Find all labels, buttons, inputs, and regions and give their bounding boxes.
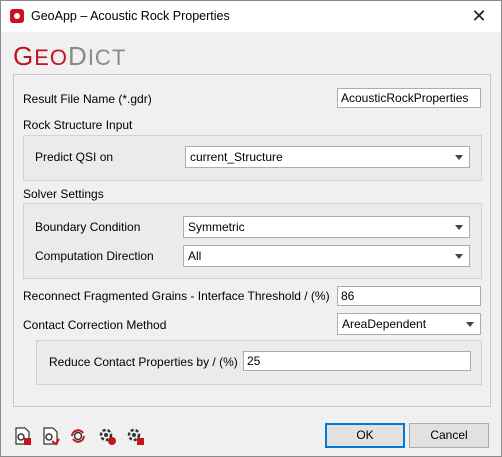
contact-reduce-group: Reduce Contact Properties by / (%) 25 (36, 340, 482, 385)
app-icon (10, 9, 24, 23)
chevron-down-icon (455, 254, 463, 259)
ok-button[interactable]: OK (325, 423, 405, 448)
solver-settings-heading: Solver Settings (23, 187, 104, 201)
reconnect-threshold-input[interactable]: 86 (337, 286, 481, 306)
reduce-contact-label: Reduce Contact Properties by / (%) (49, 355, 238, 369)
predict-qsi-label: Predict QSI on (35, 150, 114, 164)
title-bar: GeoApp – Acoustic Rock Properties ✕ (1, 1, 501, 32)
settings-panel: Result File Name (*.gdr) AcousticRockPro… (13, 74, 491, 407)
computation-direction-value: All (188, 249, 202, 263)
boundary-condition-select[interactable]: Symmetric (183, 216, 470, 238)
chevron-down-icon (455, 155, 463, 160)
reduce-contact-input[interactable]: 25 (243, 351, 471, 371)
dialog-window: GeoApp – Acoustic Rock Properties ✕ GEOD… (0, 0, 502, 457)
contact-correction-label: Contact Correction Method (23, 318, 167, 332)
predict-qsi-select[interactable]: current_Structure (185, 146, 470, 168)
close-button[interactable]: ✕ (469, 6, 489, 26)
boundary-condition-label: Boundary Condition (35, 220, 141, 234)
predict-qsi-value: current_Structure (190, 150, 283, 164)
computation-direction-select[interactable]: All (183, 245, 470, 267)
geodict-logo: GEODICT (13, 41, 127, 71)
save-settings-icon[interactable] (41, 426, 61, 446)
reset-settings-icon[interactable] (69, 426, 89, 446)
chevron-down-icon (466, 322, 474, 327)
reconnect-threshold-label: Reconnect Fragmented Grains - Interface … (23, 289, 330, 303)
computation-direction-label: Computation Direction (35, 249, 154, 263)
macro-record-icon[interactable] (97, 426, 117, 446)
macro-stop-icon[interactable] (125, 426, 145, 446)
rock-structure-heading: Rock Structure Input (23, 118, 133, 132)
cancel-button[interactable]: Cancel (409, 423, 489, 448)
window-title: GeoApp – Acoustic Rock Properties (31, 9, 230, 23)
result-file-input[interactable]: AcousticRockProperties (337, 88, 481, 108)
rock-structure-group: Predict QSI on current_Structure (23, 135, 482, 181)
solver-settings-group: Boundary Condition Symmetric Computation… (23, 203, 482, 279)
contact-correction-select[interactable]: AreaDependent (337, 313, 481, 335)
contact-correction-value: AreaDependent (342, 317, 427, 331)
result-file-label: Result File Name (*.gdr) (23, 92, 152, 106)
boundary-condition-value: Symmetric (188, 220, 245, 234)
load-settings-icon[interactable] (13, 426, 33, 446)
chevron-down-icon (455, 225, 463, 230)
